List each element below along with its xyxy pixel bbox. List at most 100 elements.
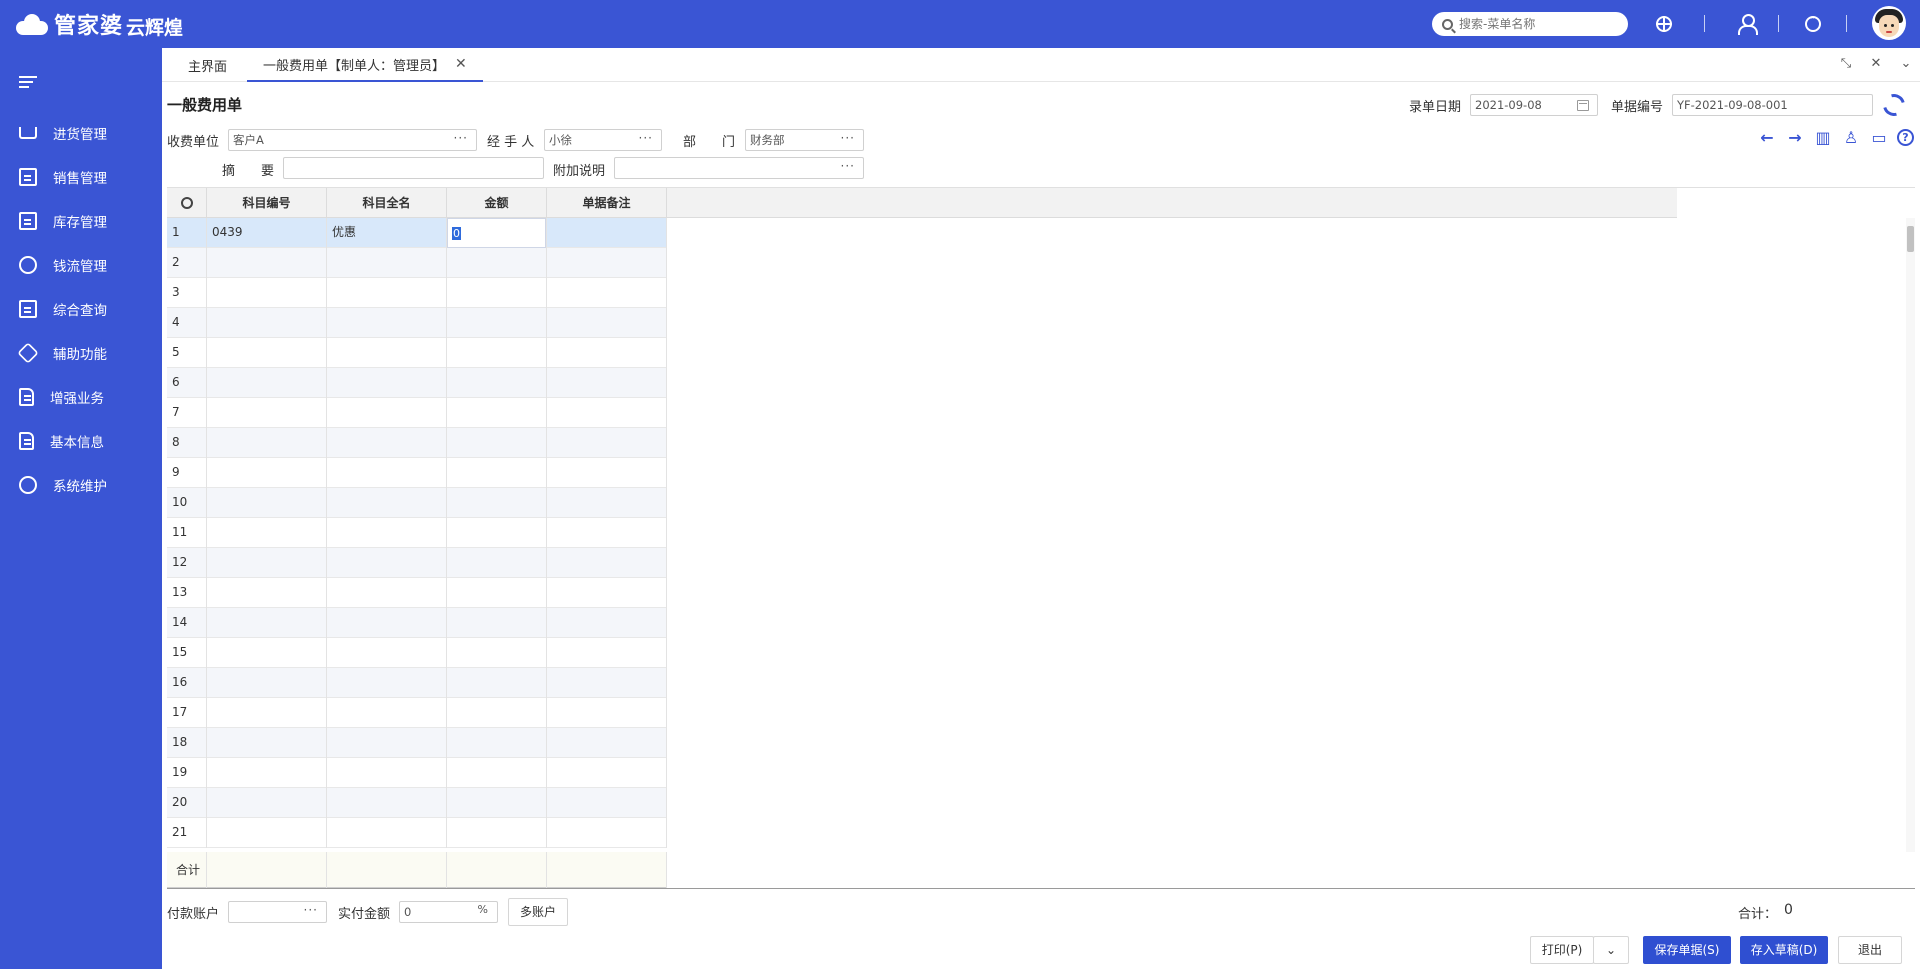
remark-cell[interactable] (547, 608, 667, 638)
dept-field[interactable]: 财务部 ··· (745, 129, 864, 151)
amount-cell[interactable] (447, 368, 547, 398)
table-row[interactable]: 11 (167, 518, 667, 548)
remark-cell[interactable] (547, 668, 667, 698)
more-icon[interactable]: ··· (841, 131, 855, 145)
account-code-cell[interactable] (207, 638, 327, 668)
amount-edit-input[interactable]: 0 (447, 218, 546, 248)
amount-cell[interactable] (447, 278, 547, 308)
grid-settings[interactable] (167, 188, 207, 218)
remark-cell[interactable] (547, 698, 667, 728)
amount-cell[interactable] (447, 818, 547, 848)
remark-cell[interactable] (547, 788, 667, 818)
amount-cell[interactable] (447, 518, 547, 548)
save-draft-button[interactable]: 存入草稿(D) (1740, 936, 1828, 964)
remark-cell[interactable] (547, 638, 667, 668)
account-name-cell[interactable] (327, 368, 447, 398)
amount-cell[interactable]: 0 (447, 218, 547, 248)
table-row[interactable]: 12 (167, 548, 667, 578)
menu-search-box[interactable] (1432, 12, 1628, 36)
table-row[interactable]: 3 (167, 278, 667, 308)
person-icon[interactable]: ♙ (1842, 129, 1860, 147)
amount-cell[interactable] (447, 758, 547, 788)
sidebar-item-enhanced[interactable]: 增强业务 (0, 375, 162, 419)
amount-cell[interactable] (447, 698, 547, 728)
table-row[interactable]: 14 (167, 608, 667, 638)
account-code-cell[interactable] (207, 818, 327, 848)
remark-cell[interactable] (547, 518, 667, 548)
print-dropdown-button[interactable]: ⌄ (1593, 936, 1629, 964)
sidebar-item-auxiliary[interactable]: 辅助功能 (0, 331, 162, 375)
globe-icon[interactable] (1656, 16, 1672, 32)
percent-icon[interactable]: % (478, 903, 489, 916)
remark-cell[interactable] (547, 338, 667, 368)
fullscreen-icon[interactable]: ⤡ (1838, 56, 1854, 72)
more-icon[interactable]: ··· (841, 159, 855, 173)
summary-field[interactable] (283, 157, 544, 179)
print-button[interactable]: 打印(P) (1530, 936, 1594, 964)
tab-expense-form[interactable]: 一般费用单【制单人：管理员】 ✕ (247, 48, 483, 82)
account-name-cell[interactable] (327, 788, 447, 818)
account-name-cell[interactable] (327, 698, 447, 728)
account-code-cell[interactable] (207, 608, 327, 638)
table-row[interactable]: 4 (167, 308, 667, 338)
amount-cell[interactable] (447, 338, 547, 368)
close-all-icon[interactable]: ✕ (1868, 56, 1884, 72)
account-code-cell[interactable] (207, 788, 327, 818)
account-name-cell[interactable] (327, 248, 447, 278)
multi-account-button[interactable]: 多账户 (508, 898, 568, 926)
user-icon[interactable] (1737, 14, 1758, 35)
refresh-icon[interactable] (1878, 89, 1910, 121)
table-row[interactable]: 15 (167, 638, 667, 668)
account-code-cell[interactable] (207, 518, 327, 548)
account-name-cell[interactable] (327, 668, 447, 698)
amount-cell[interactable] (447, 548, 547, 578)
account-code-cell[interactable] (207, 308, 327, 338)
remark-cell[interactable] (547, 728, 667, 758)
table-row[interactable]: 20 (167, 788, 667, 818)
remark-cell[interactable] (547, 818, 667, 848)
docno-field[interactable]: YF-2021-09-08-001 (1672, 94, 1873, 116)
user-avatar[interactable] (1872, 6, 1906, 40)
remark-cell[interactable] (547, 428, 667, 458)
table-row[interactable]: 19 (167, 758, 667, 788)
calendar-icon[interactable] (1577, 100, 1589, 111)
scrollbar-thumb[interactable] (1907, 226, 1914, 252)
account-name-cell[interactable] (327, 308, 447, 338)
account-name-cell[interactable] (327, 728, 447, 758)
remark-cell[interactable] (547, 278, 667, 308)
amount-cell[interactable] (447, 608, 547, 638)
help-icon[interactable]: ? (1897, 129, 1914, 146)
close-tab-icon[interactable]: ✕ (455, 56, 467, 72)
table-row[interactable]: 9 (167, 458, 667, 488)
account-code-cell[interactable] (207, 428, 327, 458)
account-code-cell[interactable] (207, 728, 327, 758)
table-row[interactable]: 6 (167, 368, 667, 398)
table-row[interactable]: 17 (167, 698, 667, 728)
table-row[interactable]: 21 (167, 818, 667, 848)
sidebar-item-basic-info[interactable]: 基本信息 (0, 419, 162, 463)
table-row[interactable]: 10 (167, 488, 667, 518)
note-field[interactable]: ··· (614, 157, 864, 179)
account-code-cell[interactable]: 0439 (207, 218, 327, 248)
account-code-cell[interactable] (207, 338, 327, 368)
remark-cell[interactable] (547, 578, 667, 608)
sidebar-item-inventory[interactable]: 库存管理 (0, 199, 162, 243)
remark-cell[interactable] (547, 248, 667, 278)
message-icon[interactable] (1805, 14, 1821, 32)
payee-field[interactable]: 客户A ··· (228, 129, 477, 151)
exit-button[interactable]: 退出 (1838, 936, 1902, 964)
account-code-cell[interactable] (207, 578, 327, 608)
account-name-cell[interactable] (327, 638, 447, 668)
menu-collapse-icon[interactable] (19, 76, 37, 90)
table-row[interactable]: 18 (167, 728, 667, 758)
account-code-cell[interactable] (207, 548, 327, 578)
account-name-cell[interactable] (327, 488, 447, 518)
account-code-cell[interactable] (207, 698, 327, 728)
account-name-cell[interactable] (327, 608, 447, 638)
amount-cell[interactable] (447, 488, 547, 518)
building-icon[interactable]: ▥ (1814, 129, 1832, 147)
sidebar-item-maintenance[interactable]: 系统维护 (0, 463, 162, 507)
account-code-cell[interactable] (207, 368, 327, 398)
account-code-cell[interactable] (207, 458, 327, 488)
account-name-cell[interactable] (327, 398, 447, 428)
